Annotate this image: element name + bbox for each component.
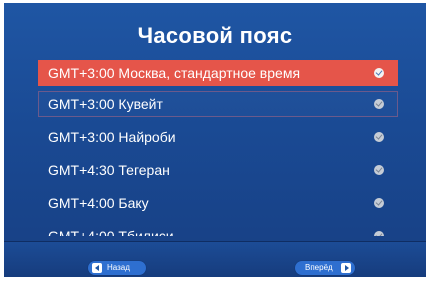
timezone-item[interactable]: GMT+4:30 Тегеран <box>38 157 398 183</box>
timezone-item[interactable]: GMT+3:00 Найроби <box>38 124 398 150</box>
next-button-label: Вперёд <box>305 263 333 272</box>
check-circle-icon <box>374 99 384 109</box>
check-circle-icon <box>374 198 384 208</box>
timezone-label: GMT+3:00 Найроби <box>48 129 176 145</box>
timezone-item[interactable]: GMT+4:00 Баку <box>38 190 398 216</box>
page-title: Часовой пояс <box>137 23 293 48</box>
check-circle-icon <box>374 132 384 142</box>
timezone-screen: Часовой пояс GMT+3:00 Москва, стандартно… <box>4 3 426 277</box>
timezone-label: GMT+4:00 Тбилиси <box>48 228 174 236</box>
timezone-item[interactable]: GMT+3:00 Кувейт <box>38 91 398 117</box>
arrow-left-icon <box>92 263 102 273</box>
timezone-list[interactable]: GMT+3:00 Москва, стандартное время GMT+3… <box>38 60 398 236</box>
arrow-right-icon <box>341 263 351 273</box>
back-button[interactable]: Назад <box>88 261 146 275</box>
timezone-item[interactable]: GMT+4:00 Тбилиси <box>38 223 398 236</box>
timezone-item[interactable]: GMT+3:00 Москва, стандартное время <box>38 60 398 86</box>
footer-bar: Назад Вперёд <box>4 242 426 277</box>
next-button[interactable]: Вперёд <box>295 261 355 275</box>
check-circle-icon <box>374 231 384 236</box>
timezone-label: GMT+4:00 Баку <box>48 195 149 211</box>
timezone-label: GMT+3:00 Москва, стандартное время <box>48 65 301 81</box>
check-circle-icon <box>374 165 384 175</box>
check-circle-icon <box>374 68 384 78</box>
timezone-label: GMT+3:00 Кувейт <box>48 96 163 112</box>
timezone-label: GMT+4:30 Тегеран <box>48 162 170 178</box>
back-button-label: Назад <box>107 263 130 272</box>
